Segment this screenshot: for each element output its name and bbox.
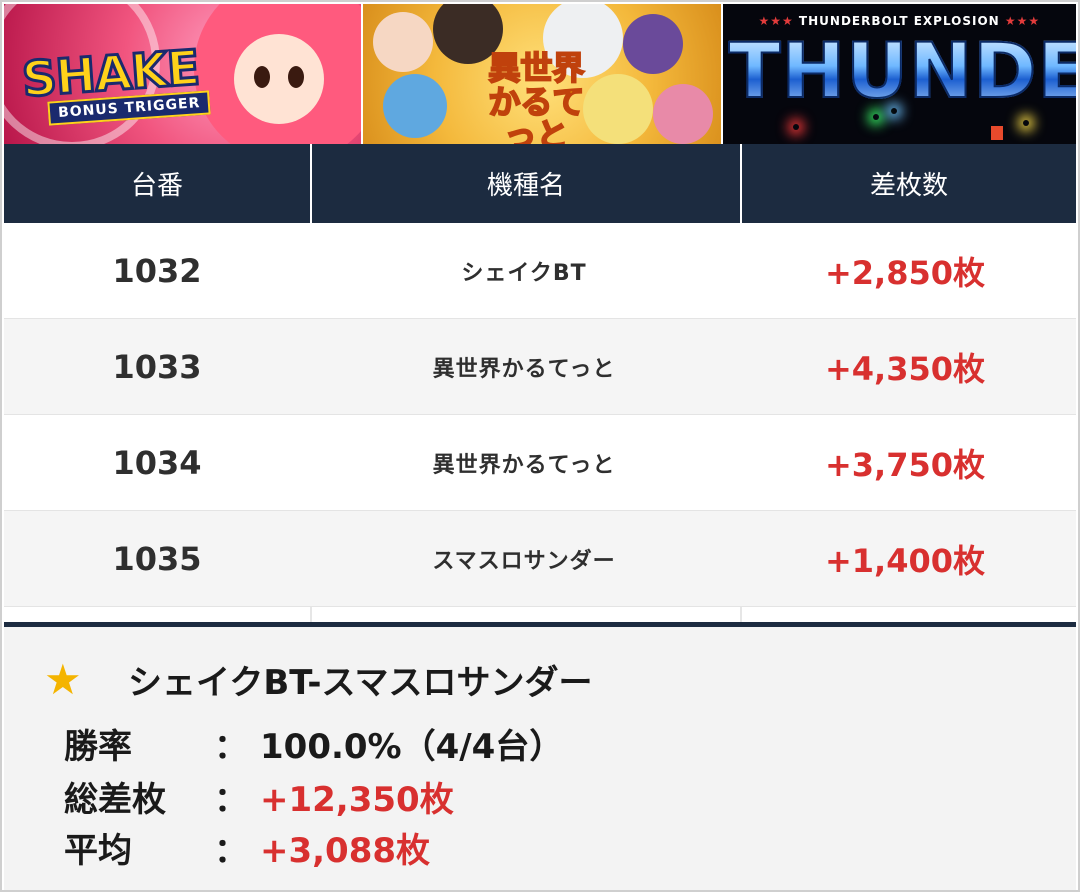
character-face [234, 34, 324, 124]
total-row: 総差枚 ： +12,350枚 [64, 772, 454, 821]
banner-thunder[interactable]: ★★★ THUNDERBOLT EXPLOSION ★★★ THUNDER [722, 4, 1076, 144]
table-row: 1033 異世界かるてっと +4,350枚 [4, 319, 1076, 415]
sparkle-icon [891, 108, 897, 114]
banner-shake[interactable]: SHAKE BONUS TRIGGER [4, 4, 362, 144]
results-table: 台番 機種名 差枚数 1032 シェイクBT +2,850枚 1033 異世界か… [4, 144, 1076, 623]
header-machine-name: 機種名 [310, 144, 740, 223]
star-icon: ★ [44, 655, 82, 704]
summary-title: ★ シェイクBT-スマスロサンダー [44, 655, 593, 704]
banner-isekai[interactable]: 異世界かるてっと [363, 4, 721, 144]
total-value: +12,350枚 [260, 780, 454, 820]
machine-number: 1033 [112, 347, 202, 386]
medal-difference: +3,750枚 [824, 445, 986, 484]
maker-badge [990, 126, 1003, 140]
table-header: 台番 機種名 差枚数 [4, 144, 1076, 223]
isekai-logo: 異世界かるてっと [487, 49, 585, 144]
sparkle-icon [1023, 120, 1029, 126]
table-row: 1032 シェイクBT +2,850枚 [4, 223, 1076, 319]
summary-panel: ★ シェイクBT-スマスロサンダー 勝率 ： 100.0%（4/4台） 総差枚 … [4, 622, 1076, 890]
header-machine-number: 台番 [130, 171, 183, 201]
eye-icon [288, 66, 304, 88]
machine-banners: SHAKE BONUS TRIGGER 異世界かるてっと ★★★ THUNDER… [4, 4, 1076, 144]
machine-name: 異世界かるてっと [432, 452, 616, 478]
machine-number: 1034 [112, 443, 202, 482]
medal-difference: +2,850枚 [824, 253, 986, 292]
medal-difference: +4,350枚 [824, 349, 986, 388]
win-rate-row: 勝率 ： 100.0%（4/4台） [64, 719, 563, 768]
machine-number: 1032 [112, 251, 202, 290]
separator: ： [214, 727, 248, 767]
win-rate-label: 勝率 [64, 727, 132, 767]
medal-difference: +1,400枚 [824, 541, 986, 580]
sparkle-icon [793, 124, 799, 130]
thunder-logo: THUNDER [728, 25, 1076, 116]
average-value: +3,088枚 [260, 831, 431, 871]
table-row: 1035 スマスロサンダー +1,400枚 [4, 511, 1076, 607]
result-card: SHAKE BONUS TRIGGER 異世界かるてっと ★★★ THUNDER… [0, 0, 1080, 892]
machine-number: 1035 [112, 539, 202, 578]
total-label: 総差枚 [64, 780, 166, 820]
machine-name: シェイクBT [461, 260, 587, 286]
table-row: 1034 異世界かるてっと +3,750枚 [4, 415, 1076, 511]
table-spacer [4, 607, 1076, 623]
eye-icon [254, 66, 270, 88]
summary-title-text: シェイクBT-スマスロサンダー [128, 663, 593, 703]
header-difference: 差枚数 [740, 144, 1076, 223]
separator: ： [214, 780, 248, 820]
machine-name: スマスロサンダー [432, 548, 616, 574]
average-label: 平均 [64, 831, 132, 871]
average-row: 平均 ： +3,088枚 [64, 823, 430, 872]
separator: ： [214, 831, 248, 871]
win-rate-value: 100.0%（4/4台） [260, 727, 564, 767]
sparkle-icon [873, 114, 879, 120]
machine-name: 異世界かるてっと [432, 356, 616, 382]
